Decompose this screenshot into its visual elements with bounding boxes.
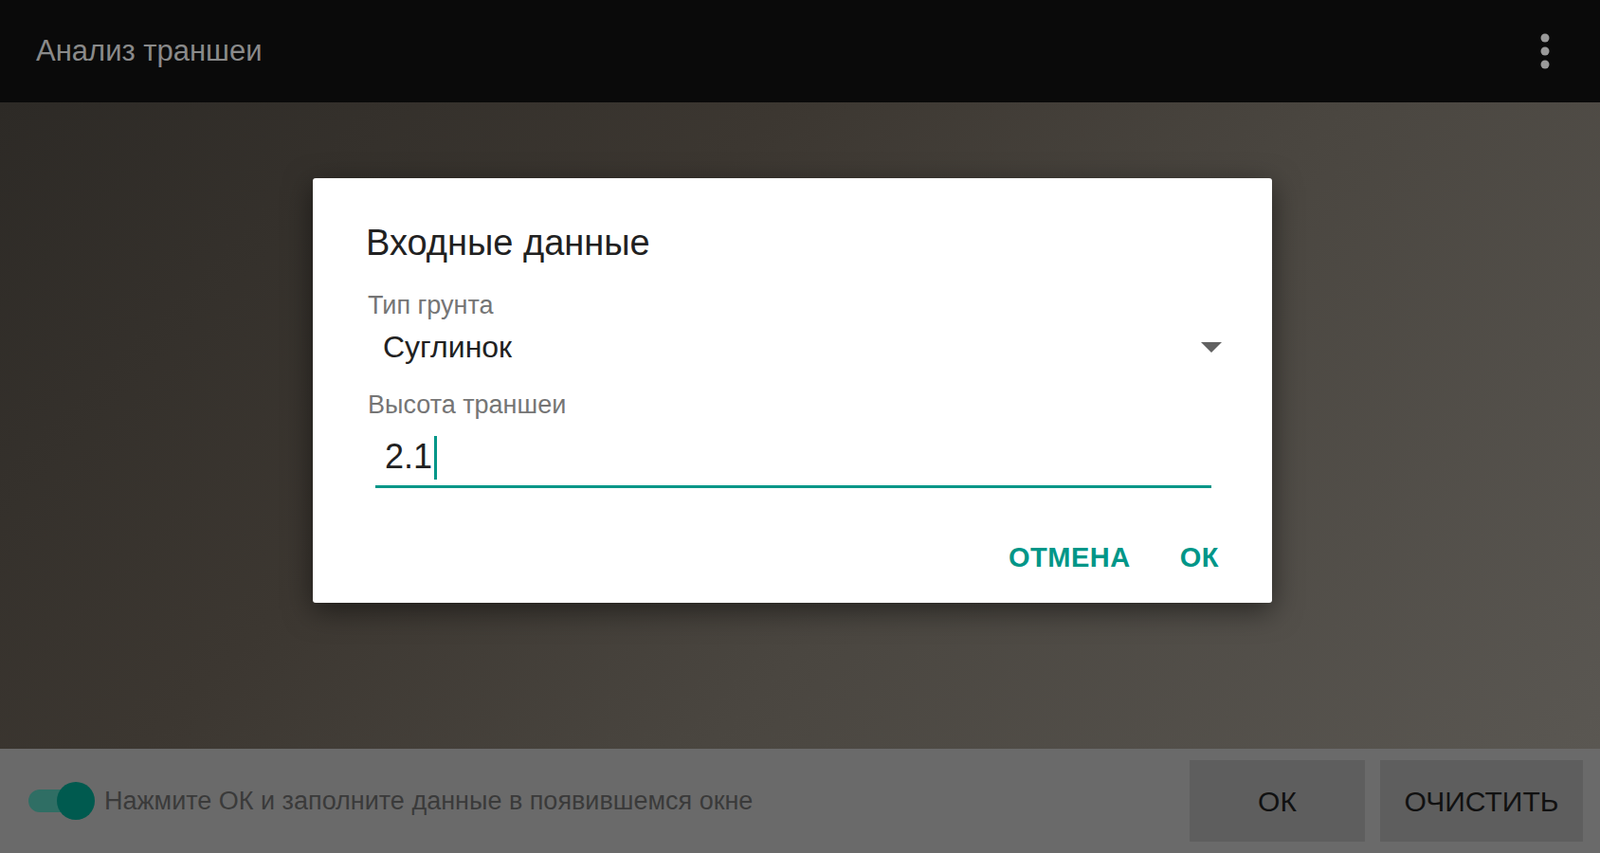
- height-field[interactable]: Высота траншеи 2.1: [365, 388, 1273, 489]
- app-screen: Анализ траншеи Нажмите ОК и заполните дан…: [0, 0, 1600, 853]
- dialog-button[interactable]: ОТМЕНА: [993, 526, 1146, 591]
- hint-text: Нажмите ОК и заполните данные в появивше…: [104, 781, 1181, 821]
- text-cursor: [434, 436, 437, 480]
- dialog-title: Входные данные: [365, 219, 1273, 267]
- dialog-button[interactable]: ОК: [1164, 526, 1235, 591]
- app-title: Анализ траншеи: [36, 29, 263, 74]
- bottom-button[interactable]: ОЧИСТИТЬ: [1380, 760, 1583, 842]
- field-value: 2.1: [384, 435, 433, 480]
- field-label: Тип грунта: [365, 289, 1273, 323]
- field-label: Высота траншеи: [365, 388, 1273, 422]
- bottom-bar: Нажмите ОК и заполните данные в появивше…: [0, 748, 1600, 853]
- more-menu-icon[interactable]: [1539, 32, 1551, 71]
- bottom-button[interactable]: ОК: [1189, 760, 1365, 842]
- top-bar: Анализ траншеи: [0, 0, 1600, 103]
- toggle-switch[interactable]: [28, 780, 95, 822]
- input-dialog: Входные данные Тип грунта Суглинок Высота т…: [312, 178, 1273, 603]
- dropdown-arrow-icon: [1200, 341, 1223, 355]
- soil-type-field[interactable]: Тип грунта Суглинок: [365, 289, 1273, 368]
- field-value: Суглинок: [382, 327, 512, 368]
